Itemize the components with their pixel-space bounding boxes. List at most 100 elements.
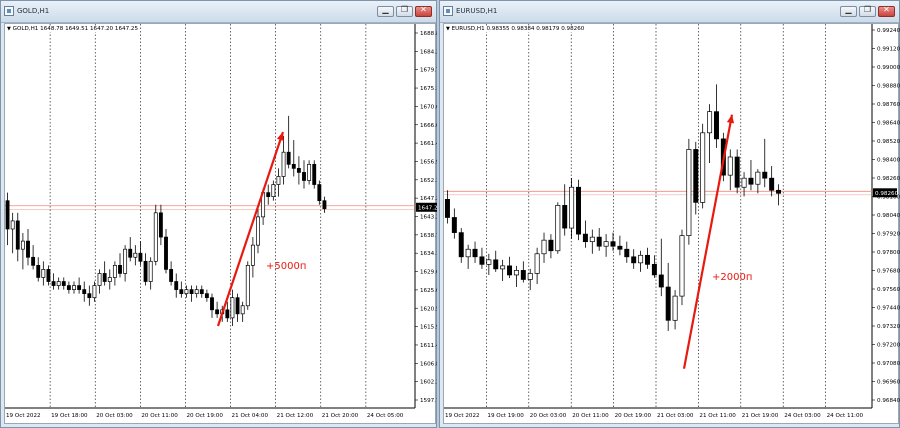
- bear-candle: [118, 265, 122, 274]
- bear-candle: [5, 200, 10, 230]
- gold-close-value: 1647.25: [114, 26, 139, 32]
- price-tick-label: 0.98400: [877, 158, 900, 164]
- time-tick-label: 20 Oct 11:00: [572, 413, 609, 419]
- trend-arrow-head: [726, 114, 735, 124]
- eurusd-high-value: 0.98384: [511, 26, 535, 32]
- time-tick-label: 20 Oct 03:00: [96, 413, 133, 419]
- bear-candle: [734, 156, 740, 188]
- restore-button[interactable]: ❐: [859, 5, 876, 17]
- bear-candle: [576, 186, 581, 235]
- eurusd-close-value: 0.98260: [561, 26, 585, 32]
- gold-candlestick-chart[interactable]: 19 Oct 2022 19 Oct 18:00 20 Oct 03:00 20 Oc…: [5, 24, 437, 425]
- bull-candle: [555, 205, 561, 252]
- bull-candle: [153, 212, 158, 262]
- price-tick-label: 0.97440: [877, 306, 900, 312]
- price-tick-label: 0.98880: [877, 84, 900, 90]
- close-button[interactable]: ✕: [878, 5, 895, 17]
- bear-candle: [87, 293, 92, 299]
- bull-candle: [240, 305, 245, 315]
- chart-window-icon: [4, 6, 14, 16]
- bull-candle: [271, 184, 276, 198]
- bear-candle: [158, 212, 163, 238]
- price-tick-label: 0.97800: [877, 250, 900, 256]
- current-price-label: 0.98260: [875, 191, 899, 197]
- bull-candle: [589, 236, 595, 243]
- gold-symbol-label: GOLD,H1: [12, 26, 39, 32]
- minimize-button[interactable]: ▁: [377, 5, 394, 17]
- time-tick-label: 20 Oct 19:00: [615, 413, 652, 419]
- price-tick-label: 0.97680: [877, 269, 900, 275]
- chart-window-icon: [443, 6, 453, 16]
- price-tick-label: 0.98260: [877, 176, 900, 182]
- price-tick-label: 0.98640: [877, 121, 900, 127]
- price-tick-label: 1652.30: [420, 178, 437, 184]
- eurusd-chart-window[interactable]: EURUSD,H1 ▁ ❐ ✕ 19 Oct 2022 19 Oct 19:00 2…: [439, 0, 900, 428]
- triangle-down-icon[interactable]: ▼: [446, 26, 450, 32]
- bear-candle: [31, 256, 36, 266]
- bear-candle: [693, 149, 699, 203]
- price-tick-label: 1647.25: [420, 196, 437, 202]
- bull-candle: [534, 253, 540, 274]
- bear-candle: [776, 189, 782, 194]
- time-tick-label: 24 Oct 11:00: [827, 413, 864, 419]
- bull-candle: [638, 254, 644, 264]
- bear-candle: [36, 265, 41, 278]
- close-icon: ✕: [883, 5, 890, 14]
- bear-candle: [322, 200, 327, 210]
- bear-candle: [493, 259, 499, 270]
- trend-arrow-head: [276, 132, 284, 141]
- time-tick-label: 21 Oct 03:00: [657, 413, 694, 419]
- price-tick-label: 1602.30: [420, 380, 437, 386]
- gold-chart-area[interactable]: 19 Oct 2022 19 Oct 18:00 20 Oct 03:00 20 Oc…: [4, 23, 437, 425]
- gold-window-titlebar[interactable]: GOLD,H1 ▁ ❐ ✕: [1, 1, 436, 23]
- bear-candle: [548, 239, 554, 252]
- bull-candle: [250, 244, 255, 266]
- bear-candle: [472, 248, 478, 258]
- triangle-down-icon[interactable]: ▼: [7, 26, 11, 32]
- time-tick-label: 19 Oct 2022: [445, 413, 480, 419]
- bull-candle: [307, 163, 312, 181]
- bear-candle: [713, 111, 719, 140]
- price-tick-label: 1643.20: [420, 215, 437, 221]
- bear-candle: [204, 293, 209, 299]
- minimize-icon: ▁: [382, 5, 389, 14]
- profit-annotation: +5000п: [266, 261, 306, 272]
- bear-candle: [651, 264, 657, 276]
- eurusd-chart-area[interactable]: 19 Oct 2022 19 Oct 19:00 20 Oct 03:00 20 Oc…: [443, 23, 900, 425]
- bull-candle: [603, 241, 609, 247]
- eurusd-candlestick-chart[interactable]: 19 Oct 2022 19 Oct 19:00 20 Oct 03:00 20 Oc…: [444, 24, 900, 425]
- eurusd-ohlc-info: ▼ EURUSD,H1 0.98355 0.98384 0.98179 0.98…: [446, 26, 585, 32]
- bear-candle: [164, 236, 168, 270]
- bear-candle: [317, 184, 322, 202]
- minimize-button[interactable]: ▁: [840, 5, 857, 17]
- bull-candle: [256, 216, 260, 246]
- gold-window-title: GOLD,H1: [17, 7, 50, 15]
- bull-candle: [527, 273, 533, 280]
- time-tick-label: 21 Oct 12:00: [277, 413, 314, 419]
- eurusd-window-title: EURUSD,H1: [456, 7, 498, 15]
- time-tick-label: 24 Oct 05:00: [367, 413, 404, 419]
- bull-candle: [56, 281, 61, 286]
- bull-candle: [486, 259, 492, 265]
- bear-candle: [102, 273, 107, 282]
- gold-chart-window[interactable]: GOLD,H1 ▁ ❐ ✕ 19 Oct 2022 19 Oct 18:00 20 …: [0, 0, 437, 428]
- bull-candle: [500, 265, 506, 270]
- eurusd-open-value: 0.98355: [486, 26, 510, 32]
- price-tick-label: 0.97320: [877, 324, 900, 330]
- bull-candle: [148, 260, 153, 282]
- bull-candle: [541, 239, 547, 255]
- bull-candle: [700, 132, 706, 203]
- eurusd-window-titlebar[interactable]: EURUSD,H1 ▁ ❐ ✕: [440, 1, 899, 23]
- bear-candle: [769, 177, 775, 191]
- price-tick-label: 0.96840: [877, 398, 900, 404]
- close-button[interactable]: ✕: [415, 5, 432, 17]
- bear-candle: [286, 151, 291, 165]
- bear-candle: [624, 248, 630, 258]
- bear-candle: [26, 240, 30, 258]
- price-tick-label: 1611.40: [420, 343, 437, 349]
- restore-button[interactable]: ❐: [396, 5, 413, 17]
- gold-window-controls: ▁ ❐ ✕: [377, 5, 432, 17]
- eurusd-window-controls: ▁ ❐ ✕: [840, 5, 895, 17]
- time-tick-label: 19 Oct 18:00: [51, 413, 88, 419]
- bear-candle: [291, 163, 296, 169]
